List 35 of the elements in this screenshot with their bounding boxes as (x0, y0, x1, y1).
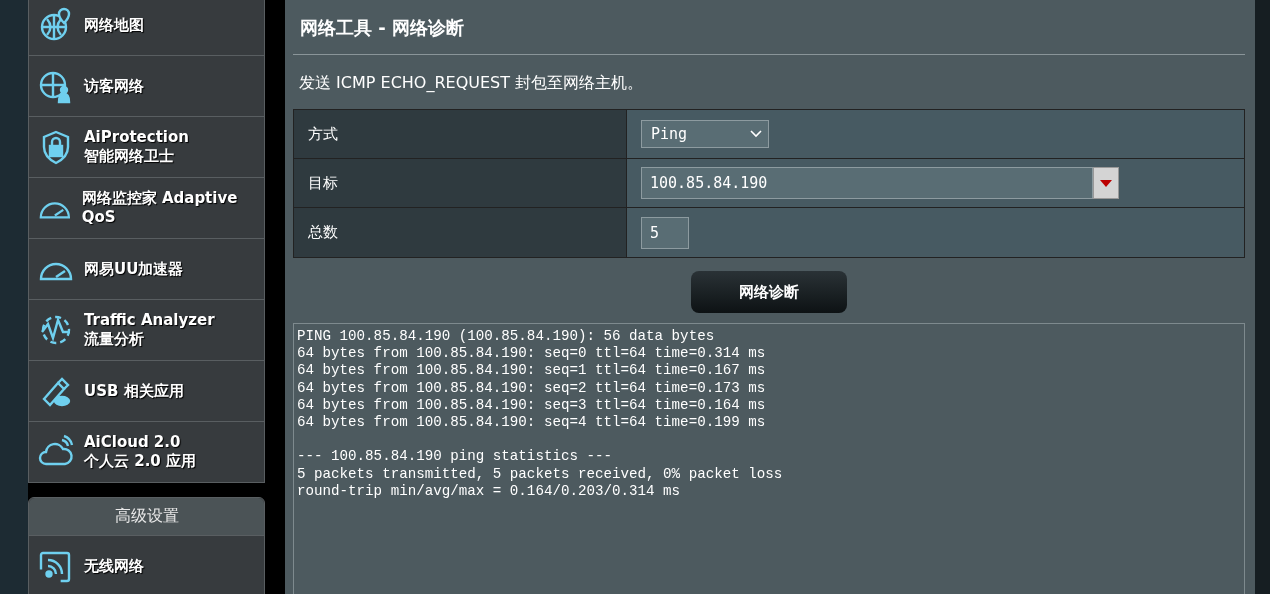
caret-icon (1100, 179, 1112, 187)
item-label: USB 相关应用 (84, 381, 184, 401)
sidebar-item[interactable]: 网易UU加速器 (29, 238, 264, 299)
method-select[interactable]: Ping (641, 120, 769, 148)
diagnose-button[interactable]: 网络诊断 (691, 271, 847, 313)
item-sublabel: 流量分析 (84, 330, 145, 349)
sidebar-item[interactable]: USB 相关应用 (29, 360, 264, 421)
sidebar-item[interactable]: 无线网络 (29, 535, 264, 594)
count-field[interactable]: 5 (641, 216, 689, 249)
field-label: 目标 (294, 159, 627, 208)
sidebar-item[interactable]: AiProtection 智能网络卫士 (29, 116, 264, 177)
item-label: 无线网络 (84, 556, 144, 576)
output-console: PING 100.85.84.190 (100.85.84.190): 56 data bytes 64 bytes from 100.85.84.190: seq=0 ttl=64 time=0.314 ms 64 bytes from 100.85.84.190: seq=1 ttl=64 time=0.167 ms 64 bytes from 100.85.84.190: seq=2 ttl=64 time=0.173 ms 64 bytes from 100.85.84.190: seq=3 ttl=64 time=0.164 ms 64 bytes from 100.85.84.190: seq=4 ttl=64 time=0.199 ms --- 100.85.84.190 ping statistics --- 5 packets transmitted, 5 packets received, 0% packet loss round-trip min/avg/max = 0.164/0.203/0.314 ms (293, 323, 1245, 594)
sidebar-item[interactable]: 网络地图 (29, 0, 264, 55)
dropdown-button[interactable] (1093, 167, 1119, 199)
sidebar-item[interactable]: 网络监控家 Adaptive QoS (29, 177, 264, 238)
item-label: 网络地图 (84, 15, 144, 35)
chevron-icon (750, 130, 762, 138)
item-label: 网络监控家 Adaptive QoS (81, 189, 239, 227)
item-label: AiCloud 2.0 (84, 433, 182, 452)
item-label: 访客网络 (84, 76, 144, 96)
target-field[interactable]: 100.85.84.190 (641, 167, 1093, 199)
section-header: 高级设置 (29, 498, 264, 535)
field-label: 总数 (294, 208, 627, 257)
item-sublabel: 个人云 2.0 应用 (84, 452, 197, 471)
field-label: 方式 (294, 110, 627, 159)
item-sublabel: 智能网络卫士 (84, 147, 175, 166)
sidebar-item[interactable]: 访客网络 (29, 55, 264, 116)
item-label: 网易UU加速器 (84, 259, 184, 279)
item-label: AiProtection (84, 128, 189, 147)
sidebar-item[interactable]: AiCloud 2.0 个人云 2.0 应用 (29, 421, 264, 482)
item-label: Traffic Analyzer (84, 311, 215, 330)
sidebar-item[interactable]: Traffic Analyzer 流量分析 (29, 299, 264, 360)
page-title: 网络工具 - 网络诊断 (299, 16, 465, 40)
description: 发送 ICMP ECHO_REQUEST 封包至网络主机。 (298, 72, 645, 94)
